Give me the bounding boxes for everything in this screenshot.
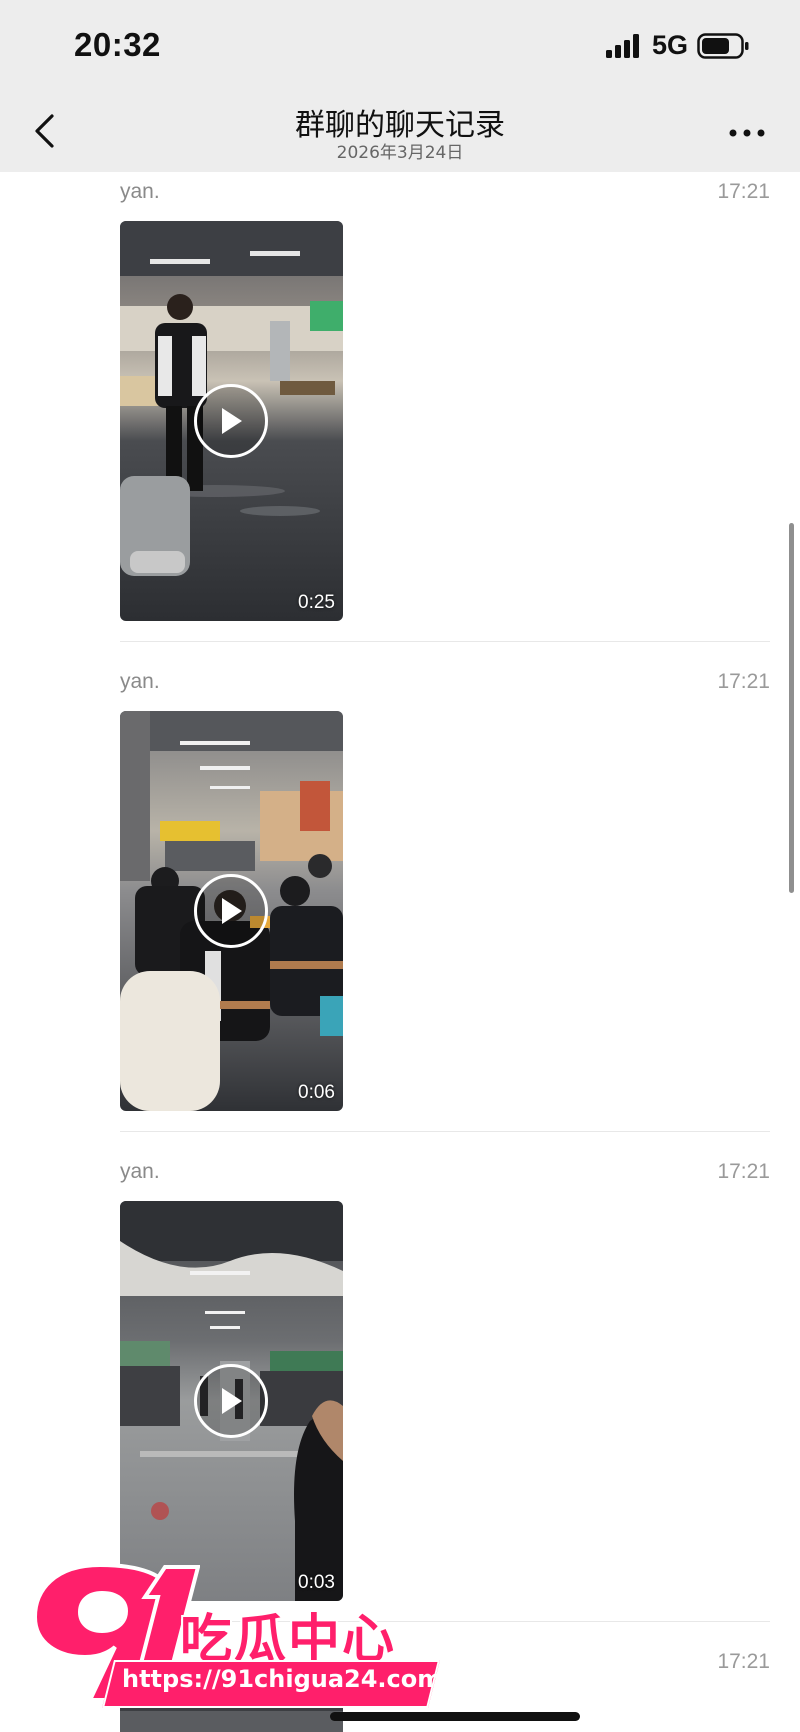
play-icon (222, 898, 242, 924)
video-duration: 0:25 (298, 592, 335, 613)
play-icon (222, 1388, 242, 1414)
signal-bars-icon (606, 34, 639, 58)
play-button[interactable] (194, 1364, 268, 1438)
message-time: 17:21 (717, 1650, 770, 1673)
nav-bar: 群聊的聊天记录 2026年3月24日 (0, 92, 800, 173)
sender-name: yan. (120, 1160, 160, 1183)
sender-name: yan. (120, 670, 160, 693)
message-time: 17:21 (717, 670, 770, 693)
sender-name: yan. (120, 180, 160, 203)
play-icon (222, 408, 242, 434)
page-subtitle: 2026年3月24日 (336, 143, 464, 163)
battery-icon (697, 33, 749, 59)
video-thumbnail[interactable]: 0:25 (120, 221, 343, 621)
scrollbar[interactable] (789, 523, 794, 893)
network-label: 5G (652, 30, 689, 60)
video-thumbnail[interactable]: 0:03 (120, 1201, 343, 1601)
play-button[interactable] (194, 874, 268, 948)
divider (120, 1131, 770, 1132)
watermark-url: https://91chigua24.com (122, 1665, 443, 1693)
message-list[interactable]: yan. 17:21 0:25 yan. 17:21 0:06 yan. 17:… (0, 172, 800, 1732)
message-time: 17:21 (717, 180, 770, 203)
play-button[interactable] (194, 384, 268, 458)
home-indicator (330, 1712, 580, 1721)
status-time: 20:32 (74, 26, 161, 63)
message-time: 17:21 (717, 1160, 770, 1183)
status-bar: 20:32 5G (0, 0, 800, 92)
more-button[interactable] (722, 116, 772, 150)
ellipsis-icon (729, 129, 765, 137)
video-duration: 0:06 (298, 1082, 335, 1103)
watermark: 吃瓜中心 https://91chigua24.com (30, 1555, 442, 1725)
divider (120, 641, 770, 642)
video-thumbnail[interactable]: 0:06 (120, 711, 343, 1111)
